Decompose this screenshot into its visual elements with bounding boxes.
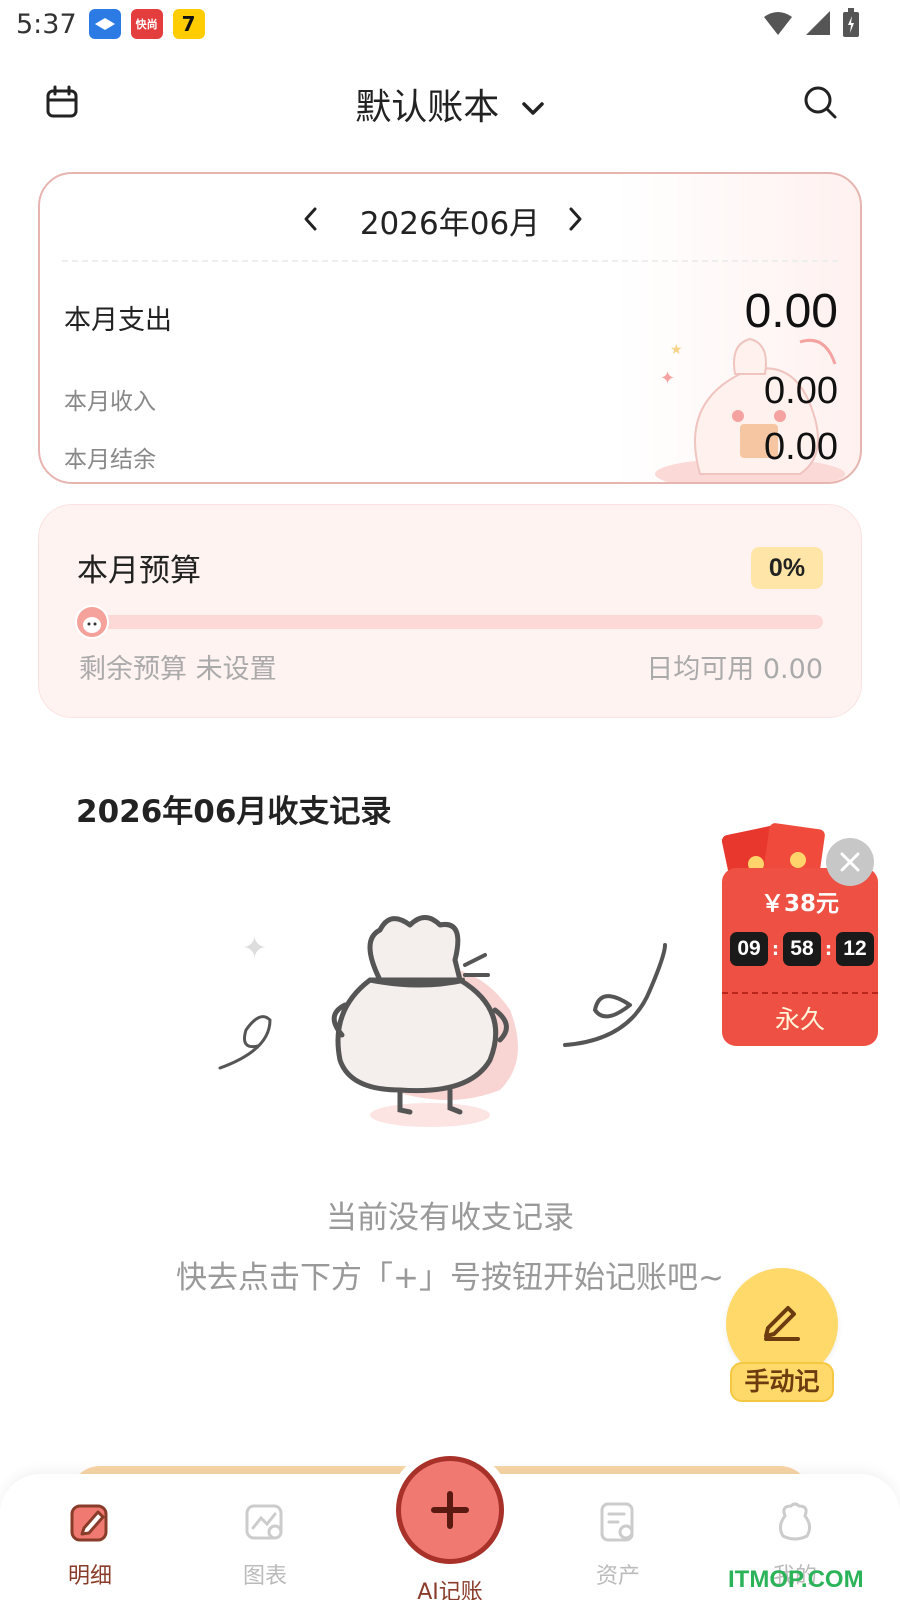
empty-state-title: 当前没有收支记录 xyxy=(326,1200,574,1236)
battery-icon xyxy=(843,8,859,37)
budget-title: 本月预算 xyxy=(77,553,201,589)
app-icon-3: 7 xyxy=(172,9,205,39)
records-title: 2026年06月收支记录 xyxy=(76,794,392,830)
divider xyxy=(62,260,838,262)
budget-mascot-icon xyxy=(75,605,109,639)
promo-amount: ￥38元 xyxy=(760,891,839,917)
empty-bag-illustration: ✦ xyxy=(218,915,667,1127)
ai-record-label: AI记账 xyxy=(417,1580,483,1600)
month-label[interactable]: 2026年06月 xyxy=(40,198,860,243)
expense-value: 0.00 xyxy=(744,285,838,338)
status-icons xyxy=(762,8,860,38)
app-icon-1 xyxy=(88,9,121,39)
nav-assets[interactable]: 资产 xyxy=(558,1498,678,1590)
app-header: 默认账本 xyxy=(0,70,900,134)
plus-icon xyxy=(431,1491,469,1529)
income-value: 0.00 xyxy=(764,370,838,412)
manual-record-button[interactable]: 手动记 xyxy=(726,1268,838,1408)
status-bar: 5:37 快尚 7 xyxy=(0,0,900,48)
expense-label: 本月支出 xyxy=(64,305,172,336)
ledger-selector[interactable]: 默认账本 xyxy=(0,78,900,130)
signal-icon xyxy=(806,11,830,35)
app-icon-2: 快尚 xyxy=(130,9,163,39)
promo-divider xyxy=(722,992,878,994)
budget-percent-badge: 0% xyxy=(751,547,823,589)
nav-detail-label: 明细 xyxy=(67,1564,112,1589)
nav-chart[interactable]: 图表 xyxy=(205,1498,325,1590)
countdown-hours: 09 xyxy=(730,932,768,966)
chart-icon xyxy=(245,1504,283,1540)
nav-assets-label: 资产 xyxy=(595,1564,640,1589)
nav-chart-label: 图表 xyxy=(242,1564,287,1589)
svg-text:✦: ✦ xyxy=(242,931,267,966)
budget-daily-available: 日均可用 0.00 xyxy=(646,654,823,685)
ai-record-button[interactable] xyxy=(396,1456,504,1564)
pencil-icon xyxy=(764,1306,800,1341)
balance-value: 0.00 xyxy=(764,426,838,468)
balance-label: 本月结余 xyxy=(64,447,156,473)
close-icon xyxy=(840,852,860,872)
search-icon[interactable] xyxy=(802,84,838,120)
assets-icon xyxy=(600,1502,634,1542)
budget-remaining: 剩余预算 未设置 xyxy=(79,654,277,685)
promo-forever-label: 永久 xyxy=(774,1005,825,1034)
countdown-seconds: 12 xyxy=(835,932,874,966)
ledger-title: 默认账本 xyxy=(355,87,500,128)
budget-card[interactable]: 本月预算 0% 剩余预算 未设置 日均可用 0.00 xyxy=(38,504,862,718)
summary-card: 2026年06月 ✦ ★ 本月支出 0.00 本月收入 0.00 本月结余 0.… xyxy=(38,172,862,484)
countdown-minutes: 58 xyxy=(782,932,821,966)
income-label: 本月收入 xyxy=(64,389,156,415)
chevron-down-icon xyxy=(521,102,544,115)
nav-detail[interactable]: 明细 xyxy=(30,1498,150,1590)
wifi-icon xyxy=(764,12,792,35)
detail-icon xyxy=(70,1504,108,1542)
budget-progress-track xyxy=(79,615,823,629)
promo-countdown: 09 : 58 : 12 xyxy=(730,932,874,966)
svg-text:✦: ✦ xyxy=(660,368,675,389)
profile-icon xyxy=(778,1502,812,1541)
status-time: 5:37 xyxy=(16,8,77,40)
manual-record-label: 手动记 xyxy=(730,1362,834,1402)
svg-text:★: ★ xyxy=(670,342,683,358)
promo-close-button[interactable] xyxy=(826,838,874,886)
next-month-button[interactable] xyxy=(560,204,590,234)
watermark: ITMOP.COM xyxy=(728,1566,864,1593)
